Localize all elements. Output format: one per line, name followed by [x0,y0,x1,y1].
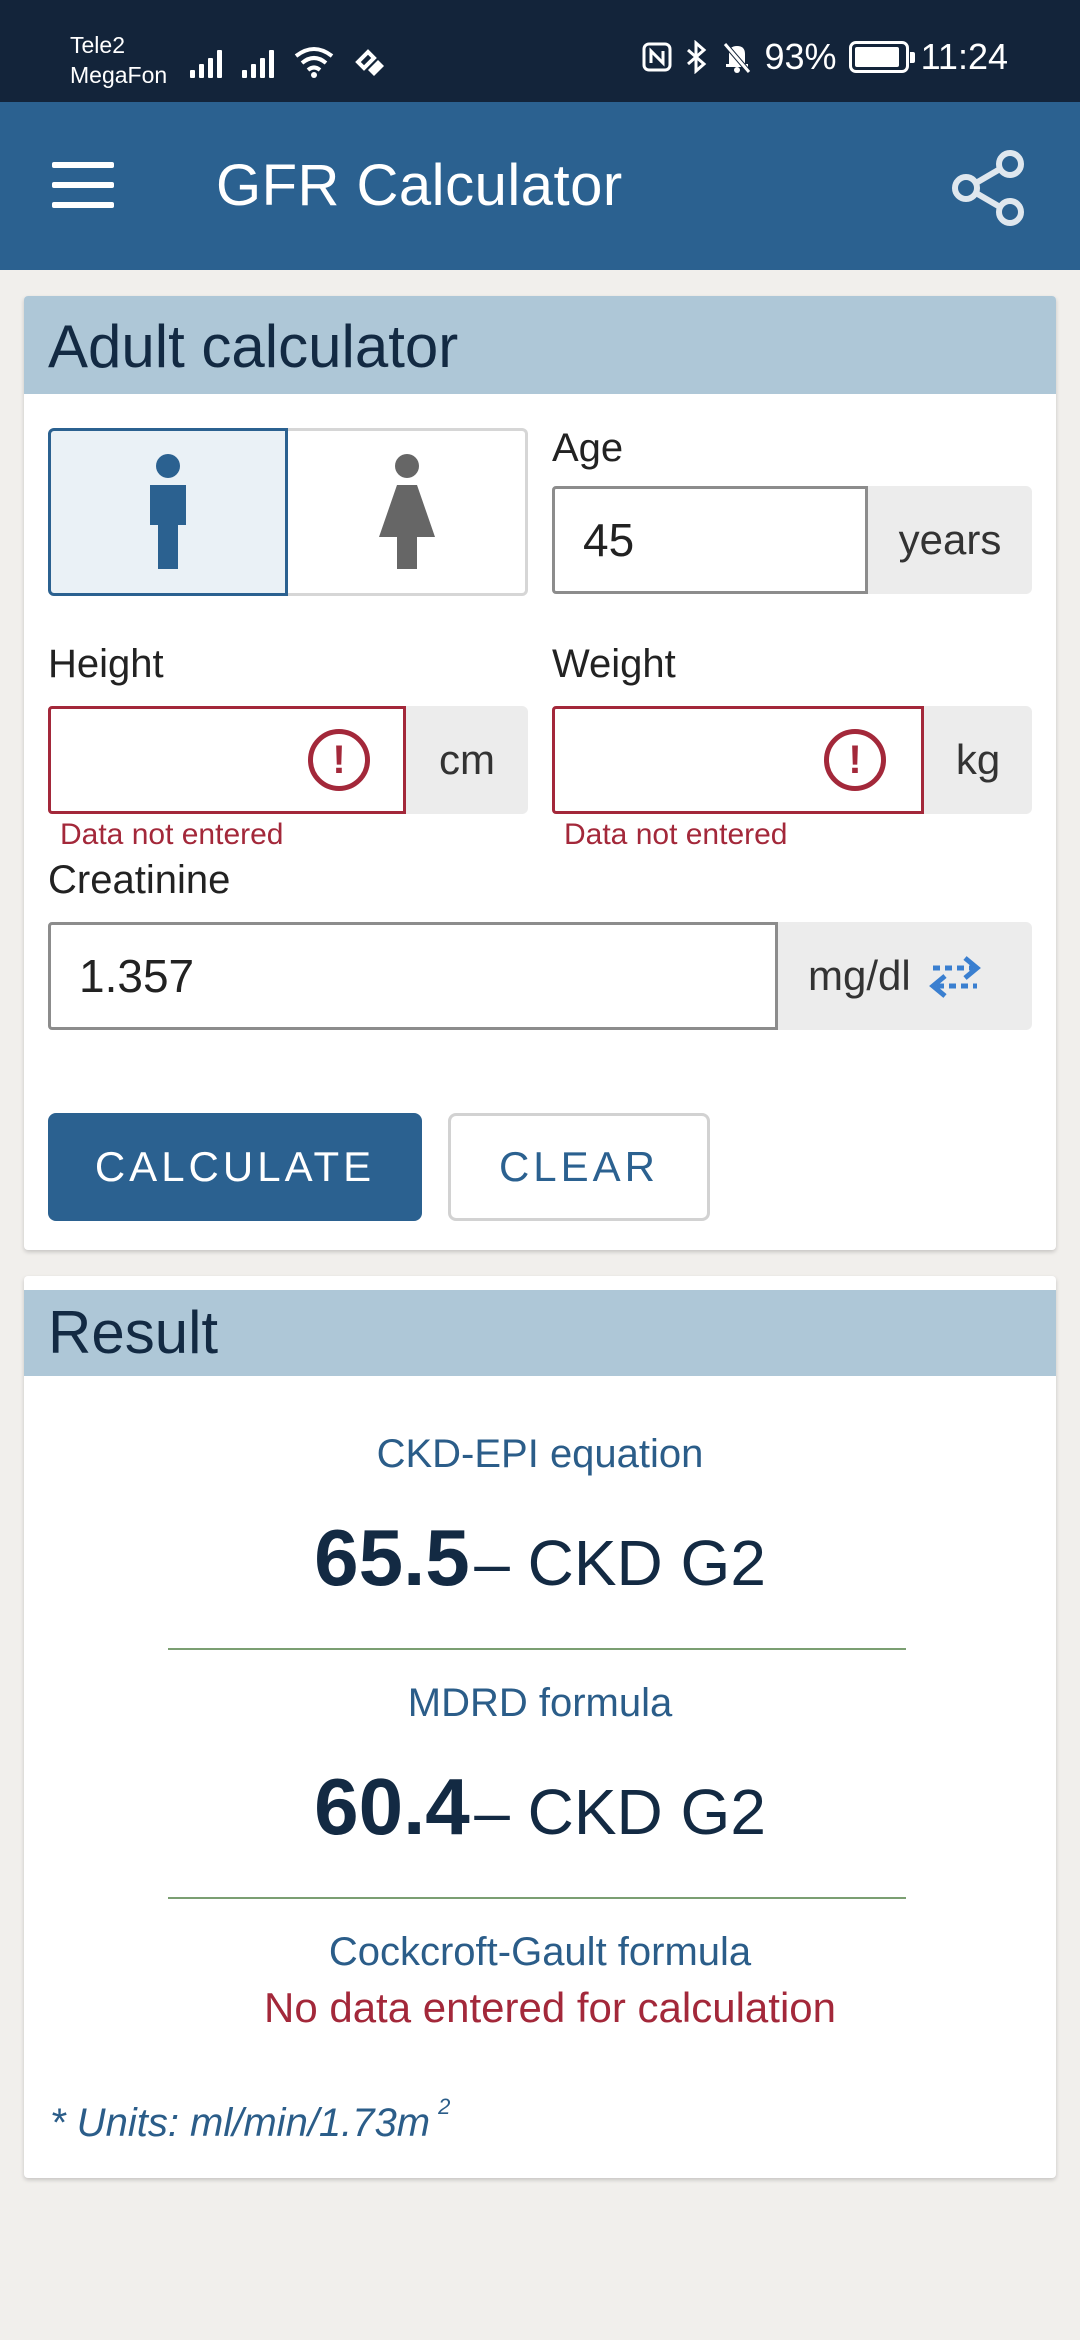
creatinine-input[interactable]: 1.357 [48,922,778,1030]
ckd-epi-stage: – CKD G2 [474,1527,766,1599]
clear-button[interactable]: CLEAR [448,1113,710,1221]
result-card: Result CKD-EPI equation 65.5 – CKD G2 MD… [24,1276,1056,2178]
wifi-icon [294,47,334,78]
cockcroft-gault-message: No data entered for calculation [263,1984,837,2031]
data-sync-icon [355,49,384,76]
height-error-icon: ! [308,729,370,791]
ckd-epi-label: CKD-EPI equation [376,1432,704,1476]
bluetooth-icon [686,40,706,74]
share-icon[interactable] [950,148,1030,228]
height-label: Height [48,642,164,686]
calculate-button[interactable]: CALCULATE [48,1113,422,1221]
result-divider [168,1648,906,1650]
sex-selector [48,428,528,596]
signal-2-icon [242,46,274,78]
signal-1-icon [190,46,222,78]
age-input[interactable]: 45 [552,486,868,594]
male-icon [150,454,186,569]
weight-error-icon: ! [824,729,886,791]
app-title: GFR Calculator [216,153,623,218]
adult-calculator-card: Adult calculator Age 45 years Height ! c… [24,296,1056,1250]
female-option[interactable] [288,428,528,596]
carrier-1: Tele2 [70,32,125,58]
carrier-2: MegaFon [70,62,168,88]
male-option[interactable] [48,428,288,596]
app-bar: GFR Calculator [0,102,1080,270]
units-note-text: * Units: ml/min/1.73m [50,2101,431,2145]
units-note: * Units: ml/min/1.73m 2 [50,2094,450,2146]
clock: 11:24 [920,36,1008,77]
ckd-epi-result: 65.5 – CKD G2 [24,1512,1056,1604]
cockcroft-gault-label: Cockcroft-Gault formula [328,1930,752,1974]
mute-bell-icon [722,42,751,74]
battery-icon [848,41,915,73]
height-unit: cm [406,706,528,814]
mdrd-stage: – CKD G2 [474,1776,766,1848]
female-icon [378,454,435,569]
result-divider [168,1897,906,1899]
signal-icons [190,42,388,78]
battery-percent: 93% [764,36,837,77]
weight-unit: kg [924,706,1032,814]
status-right: 93% 11:24 [641,36,1008,78]
mdrd-result: 60.4 – CKD G2 [24,1761,1056,1853]
creatinine-unit: mg/dl [808,952,911,999]
result-title: Result [24,1290,1056,1376]
creatinine-label: Creatinine [48,858,231,902]
age-label: Age [552,426,624,470]
weight-error-text: Data not entered [564,818,788,851]
carrier-names: Tele2 MegaFon [70,30,167,90]
creatinine-unit-selector[interactable]: mg/dl [778,922,1032,1030]
nfc-icon [642,42,672,72]
mdrd-value: 60.4 [314,1762,470,1851]
ckd-epi-value: 65.5 [314,1513,470,1602]
units-note-superscript: 2 [438,2093,451,2119]
status-bar: Tele2 MegaFon 93% 11:24 [0,0,1080,102]
mdrd-label: MDRD formula [407,1681,673,1725]
adult-calculator-title: Adult calculator [24,296,1056,394]
weight-label: Weight [552,642,676,686]
height-error-text: Data not entered [60,818,284,851]
swap-units-icon[interactable] [927,952,983,1000]
battery-fill [854,47,900,67]
hamburger-menu-icon[interactable] [52,162,114,208]
age-unit: years [868,486,1032,594]
